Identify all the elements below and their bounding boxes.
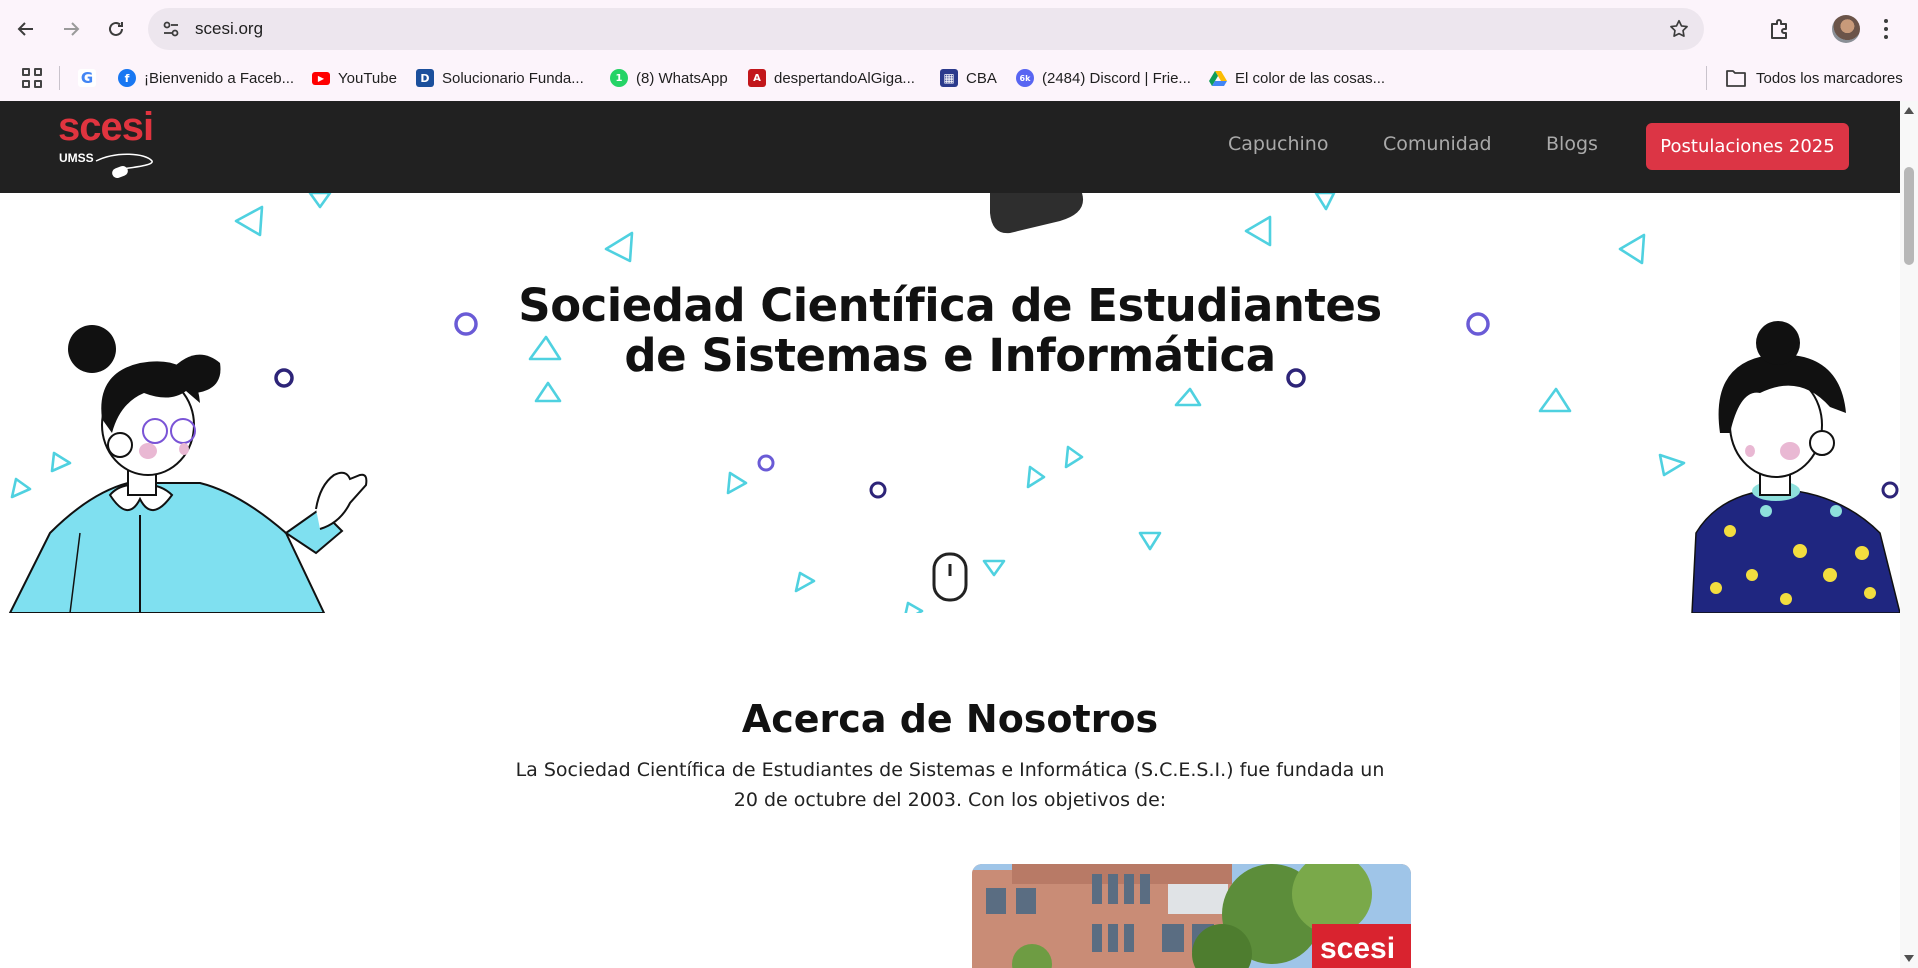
folder-icon — [1726, 70, 1746, 87]
photo-sign-text: scesi — [1320, 932, 1396, 965]
arrow-left-icon — [17, 22, 33, 36]
bookmark-label: (8) WhatsApp — [636, 69, 728, 87]
building-photo: scesi — [972, 864, 1411, 968]
page-viewport: scesi UMSS Capuchino Comunidad Blogs Pos… — [0, 101, 1918, 968]
scrollbar-thumb[interactable] — [1904, 167, 1914, 265]
nav-link-blogs[interactable]: Blogs — [1546, 133, 1598, 155]
page-scrollbar[interactable] — [1900, 101, 1918, 968]
about-title: Acerca de Nosotros — [741, 697, 1159, 741]
arrow-right-icon — [64, 22, 80, 36]
all-bookmarks-button[interactable]: Todos los marcadores — [1726, 63, 1903, 93]
reload-icon — [109, 21, 123, 36]
bookmark-label: ¡Bienvenido a Faceb... — [144, 69, 295, 87]
extensions-icon[interactable] — [1767, 16, 1793, 42]
pdf-icon: A — [748, 69, 766, 87]
scesi-logo[interactable]: scesi UMSS — [56, 105, 156, 183]
bookmark-facebook[interactable]: f ¡Bienvenido a Faceb... — [118, 63, 294, 93]
forward-button[interactable] — [55, 13, 87, 45]
back-button[interactable] — [10, 13, 42, 45]
logo-wordmark: scesi — [58, 105, 154, 149]
scroll-up-arrow-icon[interactable] — [1904, 107, 1914, 114]
whatsapp-icon: 1 — [610, 69, 628, 87]
site-navbar: scesi UMSS Capuchino Comunidad Blogs Pos… — [0, 101, 1900, 193]
site-settings-icon[interactable] — [161, 19, 181, 39]
url-text[interactable]: scesi.org — [195, 19, 263, 39]
apps-grid-icon[interactable] — [20, 66, 42, 88]
bookmark-solucionario[interactable]: D Solucionario Funda... — [416, 63, 584, 93]
hero-section: Sociedad Científica de Estudiantes de Si… — [0, 193, 1900, 613]
bookmarks-bar: G f ¡Bienvenido a Faceb... ▶ YouTube D S… — [0, 58, 1918, 98]
browser-menu-icon[interactable] — [1882, 16, 1890, 42]
grid-icon: ▦ — [940, 69, 958, 87]
bookmark-label: CBA — [966, 69, 997, 87]
nav-link-capuchino[interactable]: Capuchino — [1228, 133, 1328, 155]
bookmark-label: (2484) Discord | Frie... — [1042, 69, 1191, 87]
bookmark-drive[interactable]: El color de las cosas... — [1209, 63, 1385, 93]
hero-title: Sociedad Científica de Estudiantes de Si… — [440, 281, 1460, 381]
nav-link-comunidad[interactable]: Comunidad — [1383, 133, 1492, 155]
all-bookmarks-label: Todos los marcadores — [1756, 69, 1903, 87]
bookmark-label: El color de las cosas... — [1235, 69, 1386, 87]
scroll-down-arrow-icon[interactable] — [1904, 955, 1914, 962]
browser-chrome: scesi.org G f ¡Bienvenido a Faceb... ▶ Y… — [0, 0, 1918, 101]
google-icon: G — [78, 69, 96, 87]
bookmarks-divider — [1706, 66, 1707, 90]
postulaciones-button[interactable]: Postulaciones 2025 — [1646, 123, 1849, 170]
facebook-icon: f — [118, 69, 136, 87]
about-text-line1: La Sociedad Científica de Estudiantes de… — [515, 759, 1385, 781]
discord-icon: 6k — [1016, 69, 1034, 87]
bookmark-cba[interactable]: ▦ CBA — [940, 63, 997, 93]
youtube-icon: ▶ — [312, 71, 330, 85]
address-bar[interactable]: scesi.org — [148, 8, 1704, 50]
about-text-line2: 20 de octubre del 2003. Con los objetivo… — [733, 789, 1167, 811]
bookmark-label: YouTube — [338, 69, 397, 87]
browser-toolbar: scesi.org — [0, 0, 1918, 58]
about-text: La Sociedad Científica de Estudiantes de… — [480, 755, 1420, 815]
bookmarks-divider — [59, 66, 60, 90]
hero-title-line2: de Sistemas e Informática — [624, 329, 1276, 382]
document-icon: D — [416, 69, 434, 87]
scroll-mouse-icon — [932, 552, 968, 602]
google-drive-icon — [1209, 71, 1227, 86]
bookmark-pdf[interactable]: A despertandoAlGiga... — [748, 63, 915, 93]
bookmark-discord[interactable]: 6k (2484) Discord | Frie... — [1016, 63, 1191, 93]
bookmark-label: despertandoAlGiga... — [774, 69, 915, 87]
reload-button[interactable] — [100, 13, 132, 45]
bookmark-google[interactable]: G — [78, 63, 96, 93]
bookmark-youtube[interactable]: ▶ YouTube — [312, 63, 397, 93]
profile-avatar[interactable] — [1832, 15, 1860, 43]
mouse-cable-icon — [95, 153, 153, 179]
bookmark-label: Solucionario Funda... — [442, 69, 584, 87]
bookmark-star-icon[interactable] — [1668, 18, 1690, 40]
hero-title-line1: Sociedad Científica de Estudiantes — [518, 279, 1382, 332]
bookmark-whatsapp[interactable]: 1 (8) WhatsApp — [610, 63, 728, 93]
girl-illustration — [8, 325, 368, 613]
confetti-decoration — [8, 193, 1900, 613]
boy-illustration — [1691, 321, 1900, 613]
